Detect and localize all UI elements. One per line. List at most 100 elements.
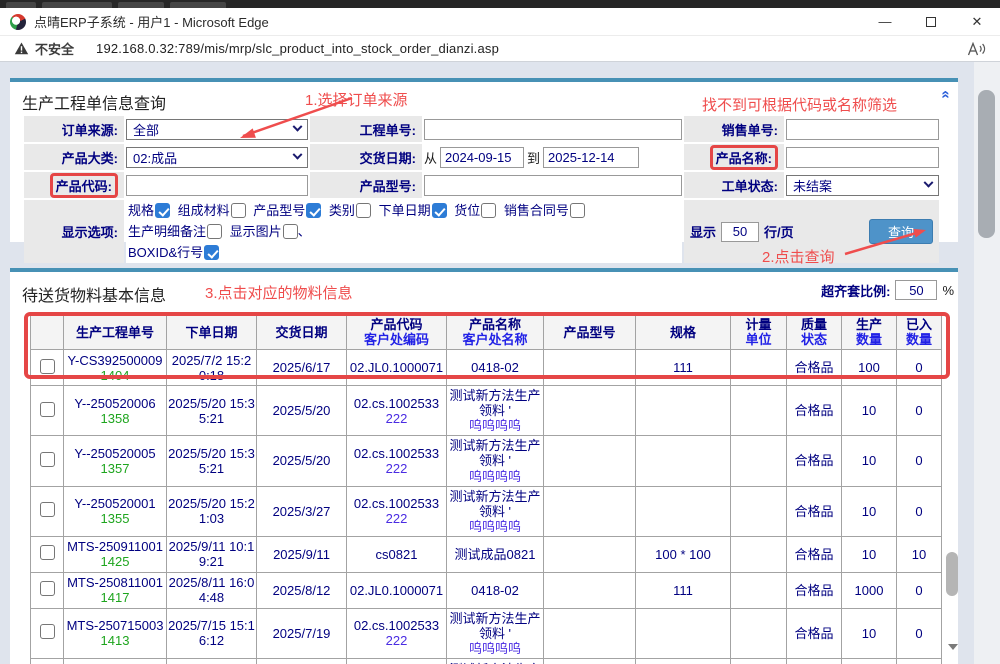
production-qty: 10: [842, 608, 897, 658]
window-top-strip: [0, 0, 1000, 8]
row-checkbox[interactable]: [40, 624, 55, 639]
display-option-checkbox[interactable]: [481, 203, 496, 218]
column-header: 产品代码客户处编码: [347, 315, 447, 350]
customer-code[interactable]: 222: [348, 511, 445, 526]
customer-name[interactable]: 呜呜呜呜: [448, 519, 542, 534]
product-name: 测试新方法生产领料 ': [448, 388, 542, 418]
display-option-checkbox[interactable]: [231, 203, 246, 218]
order-date: 2025/8/11 16:04:48: [167, 572, 257, 608]
search-button[interactable]: 查询: [869, 219, 933, 244]
received-qty: 0: [897, 572, 942, 608]
order-no-secondary: 1355: [65, 511, 165, 526]
received-qty: 0: [897, 659, 942, 664]
display-option-label: 规格: [128, 203, 154, 218]
column-header-line2: 客户处名称: [448, 332, 542, 347]
close-button[interactable]: ✕: [954, 8, 1000, 36]
product-model: [544, 572, 636, 608]
collapse-panel-icon[interactable]: «: [937, 90, 954, 98]
table-row[interactable]: Y--2505200051357 2025/5/20 15:35:21 2025…: [31, 436, 942, 486]
table-row[interactable]: MTS-2509110011425 2025/9/11 10:19:21 202…: [31, 536, 942, 572]
product-code: 02.cs.1002533: [348, 396, 445, 411]
sales-no-input[interactable]: [786, 119, 939, 140]
customer-code[interactable]: 222: [348, 461, 445, 476]
security-label[interactable]: 不安全: [35, 39, 74, 58]
ratio-input[interactable]: [895, 280, 937, 300]
order-status-label: 工单状态:: [684, 172, 784, 198]
product-name-input[interactable]: [786, 147, 939, 168]
order-status-select[interactable]: 未结案: [786, 175, 939, 196]
row-checkbox[interactable]: [40, 452, 55, 467]
product-name: 测试新方法生产领料 ': [448, 611, 542, 641]
order-source-select[interactable]: 全部: [126, 119, 308, 140]
order-no-secondary: 1417: [65, 590, 165, 605]
display-option-checkbox[interactable]: [432, 203, 447, 218]
table-row[interactable]: MTS-2508110011417 2025/8/11 16:04:48 202…: [31, 572, 942, 608]
received-qty: 0: [897, 350, 942, 386]
date-from-input[interactable]: [440, 147, 524, 168]
row-checkbox[interactable]: [40, 359, 55, 374]
maximize-icon: [926, 17, 936, 27]
row-checkbox[interactable]: [40, 402, 55, 417]
customer-name[interactable]: 呜呜呜呜: [448, 641, 542, 656]
production-qty: 100: [842, 350, 897, 386]
display-option-checkbox[interactable]: [570, 203, 585, 218]
display-option-checkbox[interactable]: [207, 224, 222, 239]
read-aloud-icon[interactable]: [967, 42, 986, 56]
order-no-secondary: 1358: [65, 411, 165, 426]
display-option-checkbox[interactable]: [283, 224, 298, 239]
product-name-label-highlight: 产品名称:: [710, 145, 778, 170]
column-header-line1: 计量: [732, 317, 785, 332]
customer-name[interactable]: 呜呜呜呜: [448, 418, 542, 433]
page-size-suffix: 行/页: [764, 222, 794, 241]
maximize-button[interactable]: [908, 8, 954, 36]
product-model: [544, 436, 636, 486]
product-code-input[interactable]: [126, 175, 308, 196]
display-option: 类别: [329, 203, 371, 218]
customer-name[interactable]: 呜呜呜呜: [448, 469, 542, 484]
project-no-input[interactable]: [424, 119, 682, 140]
product-code: 02.cs.1002533: [348, 496, 445, 511]
url-text[interactable]: 192.168.0.32:789/mis/mrp/slc_product_int…: [96, 41, 499, 56]
unit: [731, 486, 787, 536]
table-row[interactable]: Y--2505200011355 2025/5/20 15:21:03 2025…: [31, 486, 942, 536]
spec: [636, 608, 731, 658]
column-header-line1: 交货日期: [258, 325, 345, 340]
product-model: [544, 608, 636, 658]
production-qty: 1000: [842, 572, 897, 608]
insecure-warning-icon: [14, 42, 29, 55]
spec: [636, 659, 731, 664]
table-row[interactable]: MTS-250715002 2025/7/15 15:1 2025/7/26 0…: [31, 659, 942, 664]
order-no: Y--250520005: [65, 446, 165, 461]
minimize-button[interactable]: —: [862, 8, 908, 36]
spec: 111: [636, 350, 731, 386]
display-option-checkbox[interactable]: [356, 203, 371, 218]
customer-code[interactable]: 222: [348, 633, 445, 648]
customer-code[interactable]: 222: [348, 411, 445, 426]
display-option-checkbox[interactable]: [204, 245, 219, 260]
table-row[interactable]: Y-CS3925000091404 2025/7/2 15:20:18 2025…: [31, 350, 942, 386]
annotation-step2: 2.点击查询: [762, 246, 835, 267]
order-date: 2025/5/20 15:35:21: [167, 386, 257, 436]
materials-table: 生产工程单号 下单日期 交货日期 产品代码客户处编码 产品名称客户处名称 产品型…: [30, 314, 942, 664]
display-option-checkbox[interactable]: [306, 203, 321, 218]
row-checkbox[interactable]: [40, 581, 55, 596]
scrollbar-thumb[interactable]: [978, 90, 995, 238]
product-category-select[interactable]: 02:成品: [126, 147, 308, 168]
table-row[interactable]: MTS-2507150031413 2025/7/15 15:16:12 202…: [31, 608, 942, 658]
production-qty: 10: [842, 436, 897, 486]
page-size-input[interactable]: [721, 222, 759, 242]
chevron-down-icon: [293, 149, 303, 159]
product-model-input[interactable]: [424, 175, 682, 196]
column-header-line1: 产品型号: [545, 325, 634, 340]
query-panel-title: 生产工程单信息查询: [22, 90, 166, 114]
inner-scrollbar-thumb[interactable]: [946, 552, 958, 596]
display-option-checkbox[interactable]: [155, 203, 170, 218]
scrollbar-track[interactable]: [974, 62, 1000, 664]
annotation-hint: 找不到可根据代码或名称筛选: [702, 94, 897, 115]
date-to-input[interactable]: [543, 147, 639, 168]
inner-scrollbar-down-arrow[interactable]: [948, 644, 958, 650]
row-checkbox[interactable]: [40, 545, 55, 560]
row-checkbox[interactable]: [40, 502, 55, 517]
delivery-date: 2025/8/12: [257, 572, 347, 608]
table-row[interactable]: Y--2505200061358 2025/5/20 15:35:21 2025…: [31, 386, 942, 436]
